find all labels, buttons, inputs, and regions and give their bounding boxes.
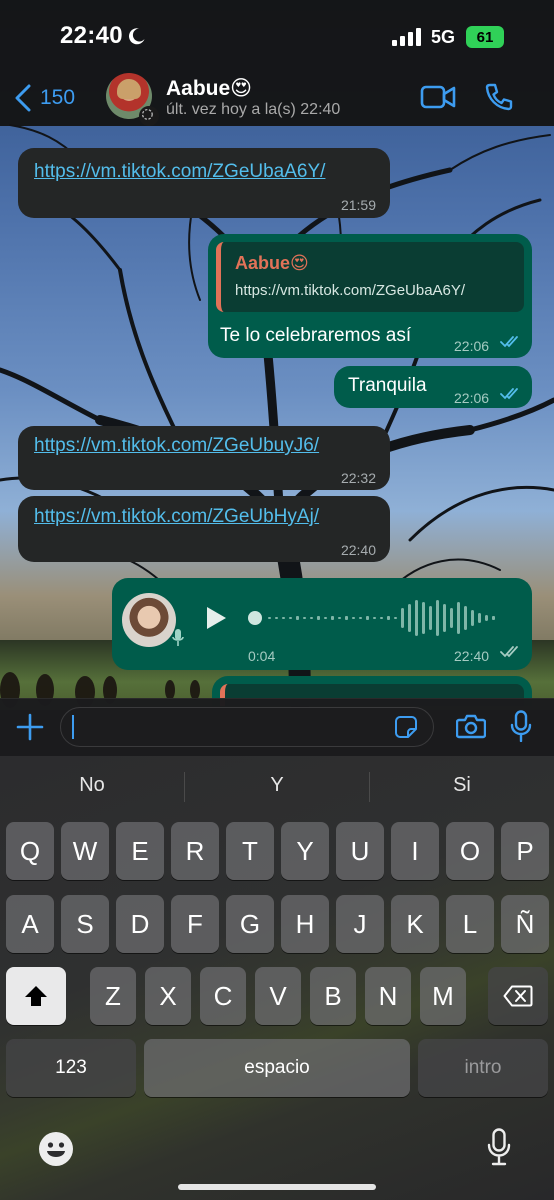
video-call-icon[interactable] (420, 84, 456, 110)
unread-count: 150 (40, 86, 76, 109)
key-y[interactable]: Y (281, 822, 329, 880)
message-input[interactable] (60, 707, 434, 747)
key-n[interactable]: N (365, 967, 411, 1025)
key-k[interactable]: K (391, 895, 439, 953)
key-w[interactable]: W (61, 822, 109, 880)
key-b[interactable]: B (310, 967, 356, 1025)
battery-icon: 61 (466, 26, 504, 48)
voice-duration: 0:04 (248, 648, 276, 664)
key-i[interactable]: I (391, 822, 439, 880)
backspace-icon (503, 985, 533, 1007)
key-c[interactable]: C (200, 967, 246, 1025)
message-text: Te lo celebraremos así (220, 325, 412, 346)
text-cursor (72, 715, 74, 739)
quote-text: https://vm.tiktok.com/ZGeUbaA6Y/ (235, 282, 466, 299)
voice-message[interactable]: 0:04 22:40 (112, 578, 532, 670)
sender-avatar (122, 593, 176, 647)
voice-progress-handle[interactable] (248, 611, 262, 625)
key-z[interactable]: Z (90, 967, 136, 1025)
phone-icon[interactable] (484, 82, 514, 112)
key-enye[interactable]: Ñ (501, 895, 549, 953)
message-time: 22:32 (340, 470, 376, 486)
key-d[interactable]: D (116, 895, 164, 953)
shift-key[interactable] (6, 967, 66, 1025)
key-g[interactable]: G (226, 895, 274, 953)
suggestion-1[interactable]: No (0, 774, 184, 797)
voice-waveform[interactable] (264, 596, 504, 640)
status-bar: 22:40 5G 61 (0, 0, 554, 70)
message-time: 22:06 (454, 390, 490, 406)
status-ring-icon (139, 106, 159, 126)
key-t[interactable]: T (226, 822, 274, 880)
message-incoming[interactable]: https://vm.tiktok.com/ZGeUbaA6Y/ 21:59 (18, 148, 390, 218)
emoji-icon[interactable] (38, 1131, 74, 1167)
message-time: 22:40 (340, 542, 376, 558)
key-e[interactable]: E (116, 822, 164, 880)
numbers-key[interactable]: 123 (6, 1039, 136, 1097)
suggestion-3[interactable]: Si (370, 774, 554, 797)
key-q[interactable]: Q (6, 822, 54, 880)
message-time: 22:40 (454, 648, 490, 664)
space-key[interactable]: espacio (144, 1039, 410, 1097)
message-link[interactable]: https://vm.tiktok.com/ZGeUbHyAj/ (34, 505, 319, 529)
key-m[interactable]: M (420, 967, 466, 1025)
contact-name[interactable]: Aabue😍 (166, 76, 252, 101)
chat-header: 150 Aabue😍 últ. vez hoy a la(s) 22:40 (0, 70, 554, 126)
message-time: 22:06 (454, 338, 490, 354)
key-a[interactable]: A (6, 895, 54, 953)
message-incoming[interactable]: https://vm.tiktok.com/ZGeUbuyJ6/ 22:32 (18, 426, 390, 490)
read-ticks-icon (500, 388, 518, 400)
message-link[interactable]: https://vm.tiktok.com/ZGeUbaA6Y/ (34, 160, 325, 184)
key-x[interactable]: X (145, 967, 191, 1025)
key-j[interactable]: J (336, 895, 384, 953)
back-button[interactable]: 150 (14, 82, 75, 114)
shift-icon (25, 986, 47, 1006)
key-f[interactable]: F (171, 895, 219, 953)
return-key[interactable]: intro (418, 1039, 548, 1097)
sticker-icon[interactable] (394, 715, 418, 739)
key-s[interactable]: S (61, 895, 109, 953)
message-incoming[interactable]: https://vm.tiktok.com/ZGeUbHyAj/ 22:40 (18, 496, 390, 562)
delivered-ticks-icon (500, 646, 518, 658)
message-composer (0, 698, 554, 756)
key-u[interactable]: U (336, 822, 384, 880)
read-ticks-icon (500, 336, 518, 348)
predictive-bar: No Y Si (0, 756, 554, 818)
message-outgoing-reply[interactable]: Aabue😍 https://vm.tiktok.com/ZGeUbaA6Y/ … (208, 234, 532, 358)
message-text: Tranquila (348, 375, 427, 396)
status-time: 22:40 (60, 22, 123, 49)
key-p[interactable]: P (501, 822, 549, 880)
battery-level: 61 (476, 28, 494, 46)
network-type: 5G (431, 27, 456, 47)
key-r[interactable]: R (171, 822, 219, 880)
key-l[interactable]: L (446, 895, 494, 953)
home-indicator[interactable] (178, 1184, 376, 1190)
chevron-left-icon (15, 84, 31, 112)
message-link[interactable]: https://vm.tiktok.com/ZGeUbuyJ6/ (34, 434, 319, 458)
contact-last-seen: últ. vez hoy a la(s) 22:40 (166, 101, 341, 118)
key-v[interactable]: V (255, 967, 301, 1025)
message-outgoing[interactable]: Tranquila 22:06 (334, 366, 532, 408)
quote-author: Aabue😍 (235, 253, 309, 273)
message-time: 21:59 (340, 197, 376, 213)
dictation-icon[interactable] (487, 1128, 511, 1166)
signal-icon (392, 28, 421, 46)
plus-icon[interactable] (16, 713, 44, 741)
mic-icon[interactable] (510, 710, 532, 742)
play-icon[interactable] (205, 606, 227, 630)
suggestion-2[interactable]: Y (185, 774, 369, 797)
key-o[interactable]: O (446, 822, 494, 880)
camera-icon[interactable] (456, 713, 486, 739)
backspace-key[interactable] (488, 967, 548, 1025)
quoted-message[interactable]: Aabue😍 https://vm.tiktok.com/ZGeUbaA6Y/ (216, 242, 524, 312)
mic-icon (172, 629, 184, 646)
key-h[interactable]: H (281, 895, 329, 953)
moon-icon (128, 28, 145, 45)
